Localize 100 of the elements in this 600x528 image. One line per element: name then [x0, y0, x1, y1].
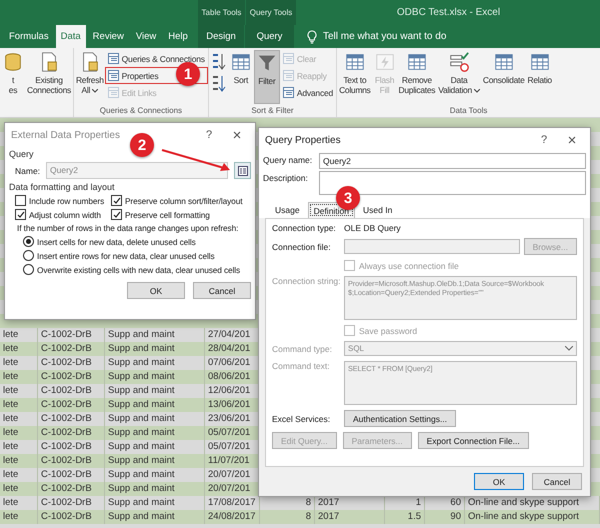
- field-label: Description:: [263, 172, 309, 185]
- radio-label: Insert cells for new data, delete unused cells: [37, 236, 196, 246]
- ribbon-button[interactable]: Existing Connections: [26, 50, 72, 104]
- field-label: Connection string:: [272, 276, 340, 286]
- ribbon-tab[interactable]: Formulas: [4, 25, 54, 48]
- table-icon: [528, 51, 551, 73]
- list-icon: [238, 166, 248, 176]
- table-cell: Supp and maint: [105, 454, 205, 468]
- table-cell: 1.5: [385, 510, 425, 524]
- question-text: If the number of rows in the data range changes upon refresh:: [16, 223, 240, 233]
- table-cell: C-1002-DrB: [38, 440, 105, 454]
- table-cell: C-1002-DrB: [38, 454, 105, 468]
- checkbox-label: Preserve column sort/filter/layout: [125, 196, 242, 206]
- ribbon-tab[interactable]: Help: [163, 25, 193, 48]
- checkbox[interactable]: [111, 209, 122, 220]
- checkbox[interactable]: [15, 195, 26, 206]
- ribbon-button[interactable]: Filter: [254, 50, 280, 104]
- table-icon: [282, 53, 294, 64]
- close-button[interactable]: ×: [223, 126, 251, 144]
- section-heading: Query: [9, 149, 35, 159]
- table-cell: C-1002-DrB: [38, 384, 105, 398]
- table-cell: Supp and maint: [105, 496, 205, 510]
- cancel-button[interactable]: Cancel: [193, 282, 251, 299]
- checklist-icon: [448, 51, 470, 73]
- table-cell: C-1002-DrB: [38, 482, 105, 496]
- properties-button[interactable]: [234, 162, 251, 179]
- table-cell: lete: [0, 328, 38, 342]
- table-icon: [282, 70, 294, 81]
- ribbon-button[interactable]: Advanced: [280, 85, 336, 100]
- radio-button[interactable]: [23, 264, 34, 275]
- ribbon-button[interactable]: Consolidate: [482, 50, 526, 104]
- query-name-field[interactable]: Query2: [319, 153, 586, 169]
- authentication-button[interactable]: Authentication Settings...: [344, 410, 456, 427]
- database-icon: [2, 51, 24, 73]
- field-label: Connection file:: [272, 242, 332, 252]
- radio-button[interactable]: [23, 236, 34, 247]
- dialog-title: External Data Properties: [11, 130, 121, 140]
- table-cell: Supp and maint: [105, 468, 205, 482]
- ribbon-tab[interactable]: Review: [88, 25, 129, 48]
- help-button[interactable]: ?: [195, 129, 223, 141]
- table-icon: [230, 51, 252, 73]
- table-cell: Supp and maint: [105, 328, 205, 342]
- ok-button[interactable]: OK: [474, 473, 524, 490]
- table-cell: lete: [0, 398, 38, 412]
- dialog-title: Query Properties: [265, 134, 342, 146]
- help-button[interactable]: ?: [530, 134, 558, 146]
- radio-button[interactable]: [23, 250, 34, 261]
- radio-label: Overwrite existing cells with new data, clear unused cells: [37, 264, 240, 274]
- checkbox-label: Save password: [359, 326, 418, 336]
- field-label: Excel Services:: [272, 414, 332, 424]
- table-cell: lete: [0, 482, 38, 496]
- table-icon: [344, 51, 366, 73]
- ribbon-button[interactable]: Text to Columns: [338, 50, 372, 104]
- arrow: [162, 149, 230, 171]
- checkbox-label: Include row numbers: [29, 196, 104, 206]
- ribbon-button[interactable]: Remove Duplicates: [398, 50, 436, 104]
- close-button[interactable]: ×: [558, 132, 586, 148]
- sort-icon: [212, 53, 226, 71]
- ok-button[interactable]: OK: [127, 282, 185, 299]
- ribbon-tab[interactable]: View: [130, 25, 162, 48]
- field-label: Query name:: [263, 154, 314, 167]
- table-cell: On-line and skype support: [465, 510, 600, 524]
- table-cell: lete: [0, 342, 38, 356]
- table-cell: lete: [0, 468, 38, 482]
- table-cell: 2017: [315, 510, 385, 524]
- ribbon-button[interactable]: Data Validation: [437, 50, 481, 104]
- ribbon-button[interactable]: Sort: [228, 50, 253, 104]
- table-cell: C-1002-DrB: [38, 398, 105, 412]
- cancel-button[interactable]: Cancel: [532, 473, 582, 490]
- table-icon: [282, 87, 294, 98]
- tell-me-search[interactable]: Tell me what you want to do: [323, 31, 446, 42]
- ribbon-tab[interactable]: Query: [245, 25, 295, 48]
- table-cell: lete: [0, 510, 38, 524]
- checkbox[interactable]: [111, 195, 122, 206]
- checkbox-label: Adjust column width: [29, 210, 101, 220]
- table-cell: Supp and maint: [105, 510, 205, 524]
- ribbon-tab[interactable]: Design: [198, 25, 245, 48]
- dialog-tab[interactable]: Used In: [357, 202, 398, 218]
- ribbon-tab[interactable]: Data: [56, 25, 86, 48]
- table-cell: Supp and maint: [105, 482, 205, 496]
- group-label: Data Tools: [448, 105, 488, 117]
- ribbon-button[interactable]: t es: [1, 50, 25, 104]
- group-label: Queries & Connections: [98, 105, 184, 117]
- checkbox[interactable]: [15, 209, 26, 220]
- group-label: Sort & Filter: [250, 105, 295, 117]
- dialog-tab[interactable]: Usage: [269, 202, 306, 218]
- table-cell: C-1002-DrB: [38, 356, 105, 370]
- action-button[interactable]: Export Connection File...: [418, 432, 529, 449]
- table-cell: Supp and maint: [105, 370, 205, 384]
- lightbulb-icon: [307, 30, 317, 44]
- ribbon-button[interactable]: Relatio: [526, 50, 553, 104]
- field-label: Command text:: [272, 361, 331, 371]
- section-heading: Data formatting and layout: [9, 182, 116, 192]
- file-field[interactable]: [344, 239, 520, 254]
- lightning-icon: [374, 51, 396, 73]
- table-cell: 24/08/2017: [205, 510, 260, 524]
- ribbon-button[interactable]: Refresh All: [74, 50, 105, 104]
- table-icon: [108, 87, 119, 98]
- checkbox-label: Preserve cell formatting: [125, 210, 210, 220]
- field-value: OLE DB Query: [344, 223, 401, 233]
